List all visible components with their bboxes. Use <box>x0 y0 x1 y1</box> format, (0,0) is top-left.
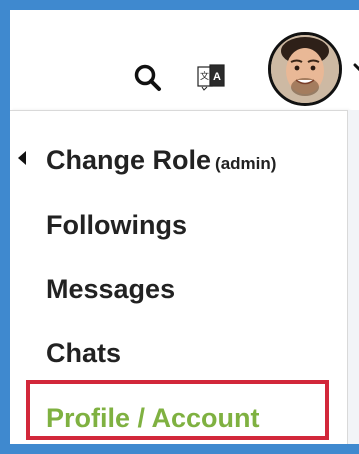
menu-item-label: Change Role <box>46 145 212 175</box>
menu-item-profile-account[interactable]: Profile / Account <box>46 403 260 433</box>
submenu-caret-icon <box>18 151 26 165</box>
menu-item-label: Followings <box>46 210 187 240</box>
menu-item-label: Messages <box>46 274 176 304</box>
avatar-photo <box>271 35 339 103</box>
menu-item-change-role[interactable]: Change Role (admin) <box>46 145 276 179</box>
menu-item-label: Profile / Account <box>46 403 260 433</box>
screenshot-frame: A 文 Change Role (admin) Followings Messa… <box>0 0 359 454</box>
menu-item-followings[interactable]: Followings <box>46 210 187 240</box>
avatar[interactable] <box>268 32 342 106</box>
account-dropdown-menu: Change Role (admin) Followings Messages C… <box>10 110 348 444</box>
translate-icon[interactable]: A 文 <box>196 62 226 92</box>
menu-item-chats[interactable]: Chats <box>46 338 121 368</box>
search-icon[interactable] <box>132 62 164 94</box>
background-strip <box>348 110 359 444</box>
top-bar: A 文 <box>10 10 359 110</box>
chevron-down-icon[interactable] <box>353 60 359 76</box>
menu-item-label: Chats <box>46 338 122 368</box>
role-suffix: (admin) <box>215 154 277 173</box>
menu-item-messages[interactable]: Messages <box>46 274 175 304</box>
svg-text:文: 文 <box>200 70 209 82</box>
svg-text:A: A <box>213 71 221 83</box>
